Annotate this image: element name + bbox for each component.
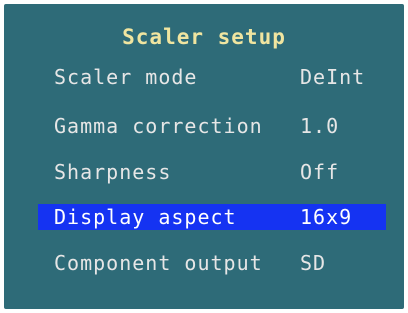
menu-item-value: 1.0 bbox=[300, 114, 340, 138]
menu-item-value: 16x9 bbox=[300, 205, 353, 229]
menu-item-display-aspect[interactable]: Display aspect 16x9 bbox=[38, 204, 386, 230]
menu-item-value: DeInt bbox=[300, 65, 366, 89]
menu-item-component-output[interactable]: Component output SD bbox=[38, 250, 386, 276]
menu-item-label: Display aspect bbox=[54, 205, 237, 229]
menu-item-label: Gamma correction bbox=[54, 114, 263, 138]
menu-item-value: Off bbox=[300, 160, 340, 184]
menu-item-value: SD bbox=[300, 251, 327, 275]
menu-item-label: Scaler mode bbox=[54, 65, 198, 89]
menu-title: Scaler setup bbox=[122, 25, 286, 49]
menu-item-label: Sharpness bbox=[54, 160, 172, 184]
menu-item-label: Component output bbox=[54, 251, 263, 275]
menu-item-scaler-mode[interactable]: Scaler mode DeInt bbox=[38, 64, 386, 90]
scaler-setup-menu: Scaler setup Scaler mode DeInt Gamma cor… bbox=[4, 4, 404, 309]
menu-item-sharpness[interactable]: Sharpness Off bbox=[38, 159, 386, 185]
menu-item-gamma-correction[interactable]: Gamma correction 1.0 bbox=[38, 113, 386, 139]
